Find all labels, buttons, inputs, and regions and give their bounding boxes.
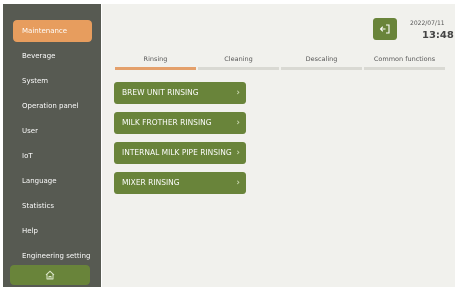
sidebar-item-label: Maintenance bbox=[22, 27, 68, 35]
tab-indicator bbox=[115, 67, 196, 70]
tab-common-functions[interactable]: Common functions bbox=[364, 54, 445, 70]
sidebar-item-label: Language bbox=[22, 177, 57, 185]
tab-label: Descaling bbox=[305, 55, 338, 63]
tab-indicator bbox=[364, 67, 445, 70]
time-label: 13:48 bbox=[422, 30, 454, 41]
chevron-right-icon: › bbox=[236, 178, 240, 188]
tab-label: Cleaning bbox=[224, 55, 253, 63]
sidebar-item-label: Help bbox=[22, 227, 38, 235]
action-label: INTERNAL MILK PIPE RINSING bbox=[122, 148, 232, 157]
sidebar-item-label: Beverage bbox=[22, 52, 56, 60]
sidebar-item-iot[interactable]: IoT bbox=[13, 145, 92, 167]
chevron-right-icon: › bbox=[236, 118, 240, 128]
sidebar-item-user[interactable]: User bbox=[13, 120, 92, 142]
action-label: MIXER RINSING bbox=[122, 178, 180, 187]
tab-label: Rinsing bbox=[143, 55, 168, 63]
logout-icon bbox=[379, 24, 390, 34]
sidebar-item-system[interactable]: System bbox=[13, 70, 92, 92]
sidebar-item-engineering-setting[interactable]: Engineering setting bbox=[13, 245, 92, 267]
sidebar-item-operation-panel[interactable]: Operation panel bbox=[13, 95, 92, 117]
chevron-right-icon: › bbox=[236, 148, 240, 158]
tab-rinsing[interactable]: Rinsing bbox=[115, 54, 196, 70]
sidebar-item-label: User bbox=[22, 127, 38, 135]
brew-unit-rinsing-button[interactable]: BREW UNIT RINSING › bbox=[114, 82, 246, 104]
sidebar-item-beverage[interactable]: Beverage bbox=[13, 45, 92, 67]
sidebar-item-language[interactable]: Language bbox=[13, 170, 92, 192]
mixer-rinsing-button[interactable]: MIXER RINSING › bbox=[114, 172, 246, 194]
tab-indicator bbox=[281, 67, 362, 70]
sidebar: Maintenance Beverage System Operation pa… bbox=[3, 4, 101, 287]
sidebar-item-label: Statistics bbox=[22, 202, 54, 210]
internal-milk-pipe-rinsing-button[interactable]: INTERNAL MILK PIPE RINSING › bbox=[114, 142, 246, 164]
action-label: MILK FROTHER RINSING bbox=[122, 118, 212, 127]
sidebar-item-label: System bbox=[22, 77, 49, 85]
sidebar-item-label: Operation panel bbox=[22, 102, 79, 110]
date-label: 2022/07/11 bbox=[410, 20, 445, 27]
logout-button[interactable] bbox=[373, 18, 397, 40]
tab-cleaning[interactable]: Cleaning bbox=[198, 54, 279, 70]
tab-label: Common functions bbox=[373, 55, 436, 63]
sidebar-item-label: IoT bbox=[22, 152, 33, 160]
sidebar-item-maintenance[interactable]: Maintenance bbox=[13, 20, 92, 42]
sidebar-item-label: Engineering setting bbox=[22, 252, 91, 260]
action-label: BREW UNIT RINSING bbox=[122, 88, 199, 97]
home-icon bbox=[45, 270, 55, 280]
sidebar-item-help[interactable]: Help bbox=[13, 220, 92, 242]
milk-frother-rinsing-button[interactable]: MILK FROTHER RINSING › bbox=[114, 112, 246, 134]
chevron-right-icon: › bbox=[236, 88, 240, 98]
tab-indicator bbox=[198, 67, 279, 70]
sidebar-item-statistics[interactable]: Statistics bbox=[13, 195, 92, 217]
tab-descaling[interactable]: Descaling bbox=[281, 54, 362, 70]
home-button[interactable] bbox=[10, 265, 90, 285]
